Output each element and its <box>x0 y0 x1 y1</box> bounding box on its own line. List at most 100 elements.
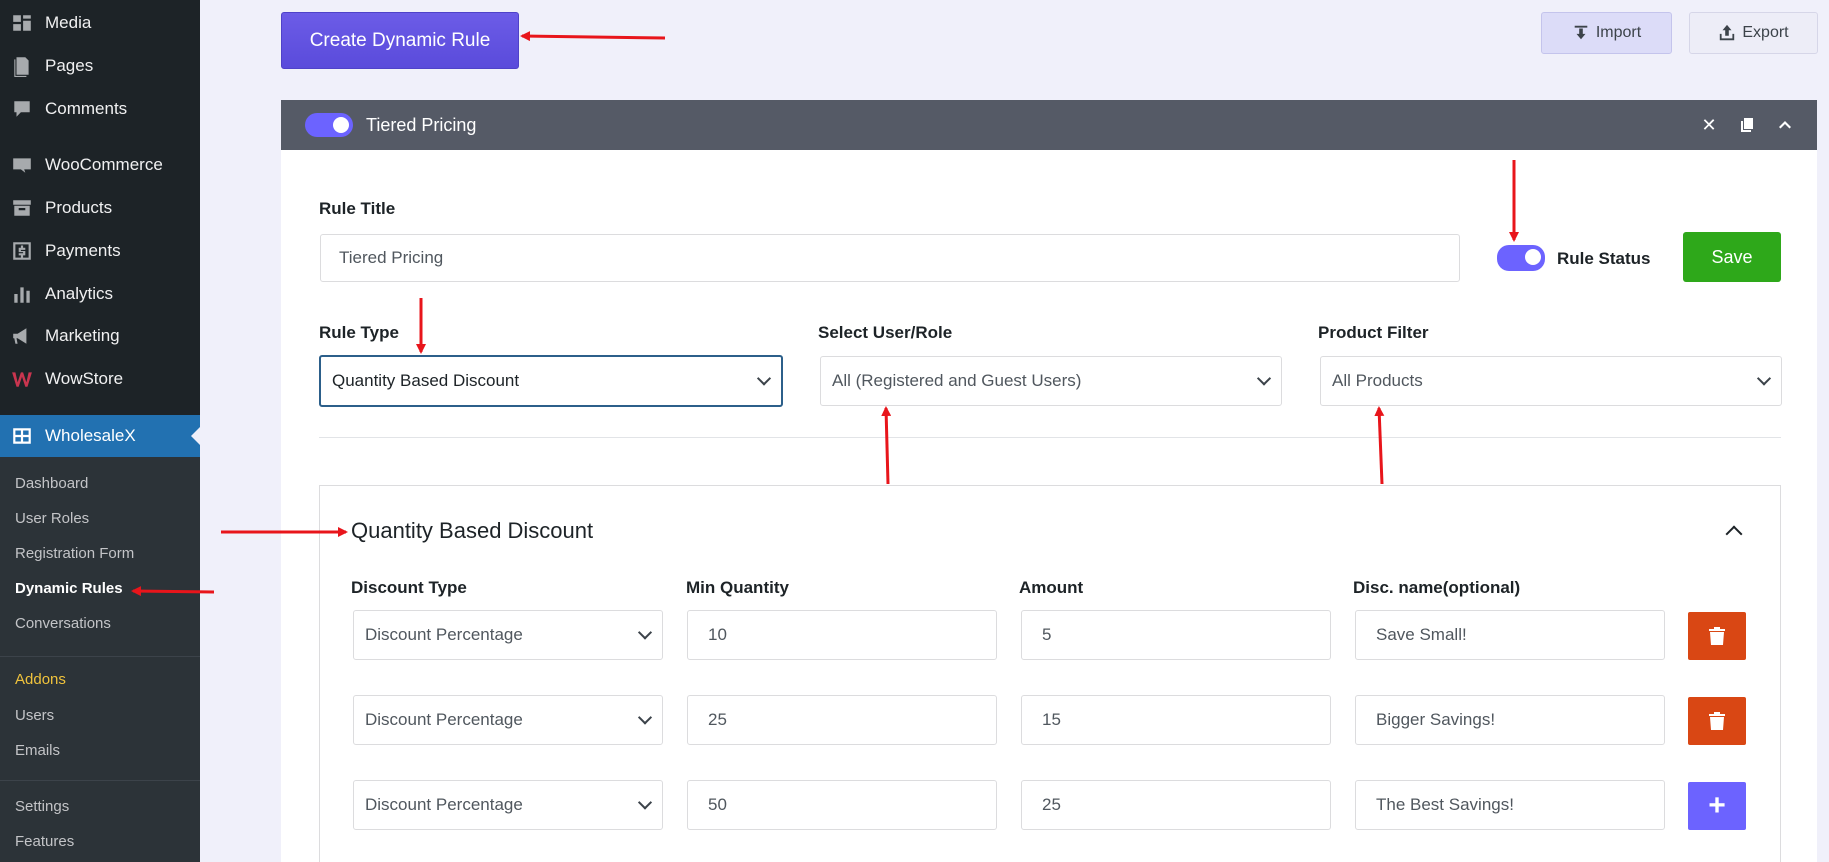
menu-label: WholesaleX <box>45 426 136 445</box>
min-quantity-input[interactable]: 50 <box>687 780 997 830</box>
discount-type-select[interactable]: Discount Percentage <box>353 695 663 745</box>
menu-item-products[interactable]: Products <box>0 188 200 228</box>
min-quantity-input[interactable]: 10 <box>687 610 997 660</box>
add-tier-button[interactable]: + <box>1688 782 1746 830</box>
menu-item-analytics[interactable]: Analytics <box>0 274 200 314</box>
menu-item-woocommerce[interactable]: WooCommerce <box>0 145 200 185</box>
col-amount: Amount <box>1019 578 1084 597</box>
product-filter-select[interactable]: All Products <box>1320 356 1782 406</box>
amount-input[interactable]: 15 <box>1021 695 1331 745</box>
product-filter-value: All Products <box>1332 371 1423 390</box>
discount-type-value: Discount Percentage <box>365 795 523 814</box>
export-icon <box>1720 24 1735 41</box>
menu-item-media[interactable]: Media <box>0 3 200 43</box>
chevron-down-icon <box>637 710 653 725</box>
menu-item-payments[interactable]: Payments <box>0 231 200 271</box>
submenu-item-user-roles[interactable]: User Roles <box>15 510 89 527</box>
comments-icon <box>10 97 34 121</box>
rule-title-label: Rule Title <box>319 199 396 218</box>
quantity-discount-title: Quantity Based Discount <box>351 518 594 543</box>
submenu-item-dynamic-rules[interactable]: Dynamic Rules <box>15 580 123 597</box>
submenu-item-settings[interactable]: Settings <box>15 798 69 815</box>
save-button[interactable]: Save <box>1683 232 1781 282</box>
discount-type-value: Discount Percentage <box>365 710 523 729</box>
submenu-item-registration-form[interactable]: Registration Form <box>15 545 134 562</box>
admin-sidebar: Media Pages Comments WooCommerce Product… <box>0 0 200 862</box>
submenu-divider <box>0 656 200 657</box>
amount-input[interactable]: 25 <box>1021 780 1331 830</box>
chevron-down-icon <box>637 625 653 640</box>
rule-type-value: Quantity Based Discount <box>332 371 520 390</box>
user-role-select[interactable]: All (Registered and Guest Users) <box>820 356 1282 406</box>
menu-label: Marketing <box>45 326 120 345</box>
user-role-label: Select User/Role <box>818 323 953 342</box>
min-quantity-input[interactable]: 25 <box>687 695 997 745</box>
import-button[interactable]: Import <box>1541 12 1672 54</box>
payments-icon <box>10 239 34 263</box>
trash-icon <box>1709 712 1725 730</box>
col-discount-type: Discount Type <box>351 578 467 597</box>
chevron-down-icon <box>1756 371 1772 386</box>
menu-label: Pages <box>45 56 94 75</box>
rule-status-toggle[interactable] <box>1497 245 1545 271</box>
menu-label: Comments <box>45 99 128 118</box>
disc-name-input[interactable]: Bigger Savings! <box>1355 695 1665 745</box>
user-role-value: All (Registered and Guest Users) <box>832 371 1082 390</box>
section-divider <box>319 437 1781 438</box>
import-icon <box>1574 25 1588 40</box>
col-disc-name: Disc. name(optional) <box>1353 578 1521 597</box>
menu-item-wowstore[interactable]: WowStore <box>0 359 200 399</box>
submenu-item-users[interactable]: Users <box>15 707 54 724</box>
amount-input[interactable]: 5 <box>1021 610 1331 660</box>
menu-item-comments[interactable]: Comments <box>0 89 200 129</box>
create-dynamic-rule-button[interactable]: Create Dynamic Rule <box>281 12 519 69</box>
submenu-item-conversations[interactable]: Conversations <box>15 615 111 632</box>
submenu-item-features[interactable]: Features <box>15 833 74 850</box>
trash-icon <box>1709 627 1725 645</box>
chevron-down-icon <box>1256 371 1272 386</box>
submenu-item-emails[interactable]: Emails <box>15 742 60 759</box>
delete-tier-button[interactable] <box>1688 697 1746 745</box>
export-label: Export <box>1742 24 1789 41</box>
products-icon <box>10 196 34 220</box>
collapse-rule-icon[interactable] <box>1775 115 1795 135</box>
annotation-arrow <box>520 31 666 42</box>
menu-label: WowStore <box>45 369 124 388</box>
plus-icon: + <box>1708 789 1726 822</box>
submenu-item-dashboard[interactable]: Dashboard <box>15 475 88 492</box>
discount-type-select[interactable]: Discount Percentage <box>353 610 663 660</box>
delete-rule-icon[interactable]: ✕ <box>1699 115 1719 135</box>
menu-label: Media <box>45 13 92 32</box>
export-button[interactable]: Export <box>1689 12 1818 54</box>
col-min-quantity: Min Quantity <box>686 578 789 597</box>
wowstore-icon <box>10 367 34 391</box>
duplicate-rule-icon[interactable] <box>1737 115 1757 135</box>
rule-enable-toggle[interactable] <box>305 113 353 137</box>
disc-name-input[interactable]: The Best Savings! <box>1355 780 1665 830</box>
menu-item-marketing[interactable]: Marketing <box>0 316 200 356</box>
rule-type-label: Rule Type <box>319 323 399 342</box>
submenu-item-addons[interactable]: Addons <box>15 671 66 688</box>
menu-label: WooCommerce <box>45 155 163 174</box>
rule-header: Tiered Pricing ✕ <box>281 100 1817 150</box>
chevron-down-icon <box>756 371 772 386</box>
menu-label: Products <box>45 198 113 217</box>
menu-label: Payments <box>45 241 121 260</box>
media-icon <box>10 11 34 35</box>
wholesalex-icon <box>10 424 34 448</box>
submenu-divider <box>0 780 200 781</box>
product-filter-label: Product Filter <box>1318 323 1429 342</box>
delete-tier-button[interactable] <box>1688 612 1746 660</box>
discount-type-select[interactable]: Discount Percentage <box>353 780 663 830</box>
import-label: Import <box>1595 24 1642 41</box>
menu-item-pages[interactable]: Pages <box>0 46 200 86</box>
rule-panel: Rule Title Tiered Pricing Rule Status Sa… <box>281 150 1817 862</box>
rule-type-select[interactable]: Quantity Based Discount <box>319 355 783 407</box>
menu-item-wholesalex[interactable]: WholesaleX <box>0 415 200 457</box>
chevron-down-icon <box>637 795 653 810</box>
rule-header-title: Tiered Pricing <box>366 114 477 135</box>
marketing-icon <box>10 324 34 348</box>
menu-label: Analytics <box>45 284 114 303</box>
rule-title-input[interactable]: Tiered Pricing <box>320 234 1460 282</box>
disc-name-input[interactable]: Save Small! <box>1355 610 1665 660</box>
